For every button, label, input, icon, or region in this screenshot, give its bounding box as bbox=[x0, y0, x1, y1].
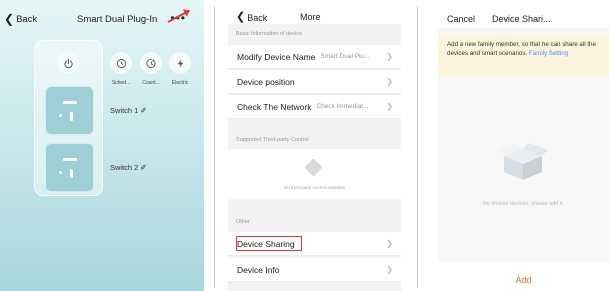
device-panel-screen: ❮ Back Smart Dual Plug-In ••• Sched... C… bbox=[0, 0, 204, 291]
electric-label: Electric bbox=[171, 80, 189, 86]
row-label: Device Info bbox=[237, 264, 280, 275]
modify-device-name-row[interactable]: Modify Device Name Smart Dual Plu... ❯ bbox=[228, 45, 401, 69]
bolt-icon bbox=[177, 58, 183, 68]
clock-icon bbox=[116, 58, 126, 68]
family-setting-link[interactable]: Family Setting bbox=[529, 50, 568, 57]
row-label: Device position bbox=[237, 76, 295, 87]
power-icon bbox=[63, 58, 73, 68]
empty-box-icon bbox=[498, 143, 548, 180]
row-value: Check immediat... bbox=[316, 103, 369, 110]
nav-bar: ❮ Back More bbox=[228, 0, 401, 24]
notice-text: Add a new family member, so that he can … bbox=[447, 41, 596, 57]
empty-state-text: No shared devices, please add it. bbox=[482, 201, 565, 207]
back-label: Back bbox=[16, 13, 38, 25]
family-notice: Add a new family member, so that he can … bbox=[438, 34, 609, 76]
chevron-right-icon: ❯ bbox=[386, 52, 393, 61]
electric-button[interactable] bbox=[169, 52, 191, 74]
chevron-left-icon: ❮ bbox=[4, 12, 15, 26]
third-party-panel: No third-party control available bbox=[228, 149, 401, 199]
back-label: Back bbox=[247, 12, 268, 23]
countdown-button[interactable] bbox=[140, 52, 162, 74]
chevron-right-icon: ❯ bbox=[386, 77, 393, 86]
section-header-basic: Basic Information of device bbox=[236, 31, 303, 37]
page-title: Smart Dual Plug-In bbox=[77, 14, 158, 25]
section-header-other: Other bbox=[236, 219, 250, 225]
chevron-left-icon: ❮ bbox=[236, 11, 246, 23]
highlight-box bbox=[236, 236, 302, 251]
switch-2-label[interactable]: Switch 2 ✐ bbox=[110, 163, 147, 172]
back-button[interactable]: ❮ Back bbox=[236, 12, 267, 23]
countdown-icon bbox=[145, 58, 156, 68]
add-button[interactable]: Add bbox=[438, 275, 609, 285]
chevron-right-icon: ❯ bbox=[386, 265, 393, 274]
page-title: More bbox=[300, 12, 321, 22]
socket-2[interactable] bbox=[45, 143, 94, 192]
socket-1[interactable] bbox=[45, 86, 94, 135]
power-button[interactable] bbox=[57, 52, 79, 74]
third-party-empty-text: No third-party control available bbox=[283, 185, 346, 190]
nav-bar: Cancel Device Shari... bbox=[438, 0, 609, 28]
row-value: Smart Dual Plu... bbox=[320, 53, 370, 60]
cube-icon bbox=[304, 158, 323, 177]
schedule-label: Sched... bbox=[111, 80, 131, 86]
chevron-right-icon: ❯ bbox=[386, 102, 393, 111]
cancel-button[interactable]: Cancel bbox=[447, 14, 475, 24]
more-settings-screen: ❮ Back More Basic Information of device … bbox=[228, 0, 401, 291]
device-info-row[interactable]: Device Info ❯ bbox=[228, 258, 401, 282]
row-label: Check The Network bbox=[237, 101, 312, 112]
device-sharing-screen: Cancel Device Shari... Add a new family … bbox=[438, 0, 609, 291]
schedule-button[interactable] bbox=[110, 52, 132, 74]
divider bbox=[417, 6, 418, 288]
chevron-right-icon: ❯ bbox=[386, 239, 393, 248]
divider bbox=[214, 6, 215, 288]
countdown-label: Count... bbox=[142, 80, 160, 86]
check-network-row[interactable]: Check The Network Check immediat... ❯ bbox=[228, 95, 401, 119]
page-title: Device Shari... bbox=[492, 14, 551, 24]
row-label: Modify Device Name bbox=[237, 51, 316, 62]
section-header-third-party: Supported Third-party Control bbox=[236, 137, 309, 143]
switch-1-label[interactable]: Switch 1 ✐ bbox=[110, 106, 147, 115]
back-button[interactable]: ❮ Back bbox=[4, 13, 37, 25]
device-position-row[interactable]: Device position ❯ bbox=[228, 70, 401, 94]
